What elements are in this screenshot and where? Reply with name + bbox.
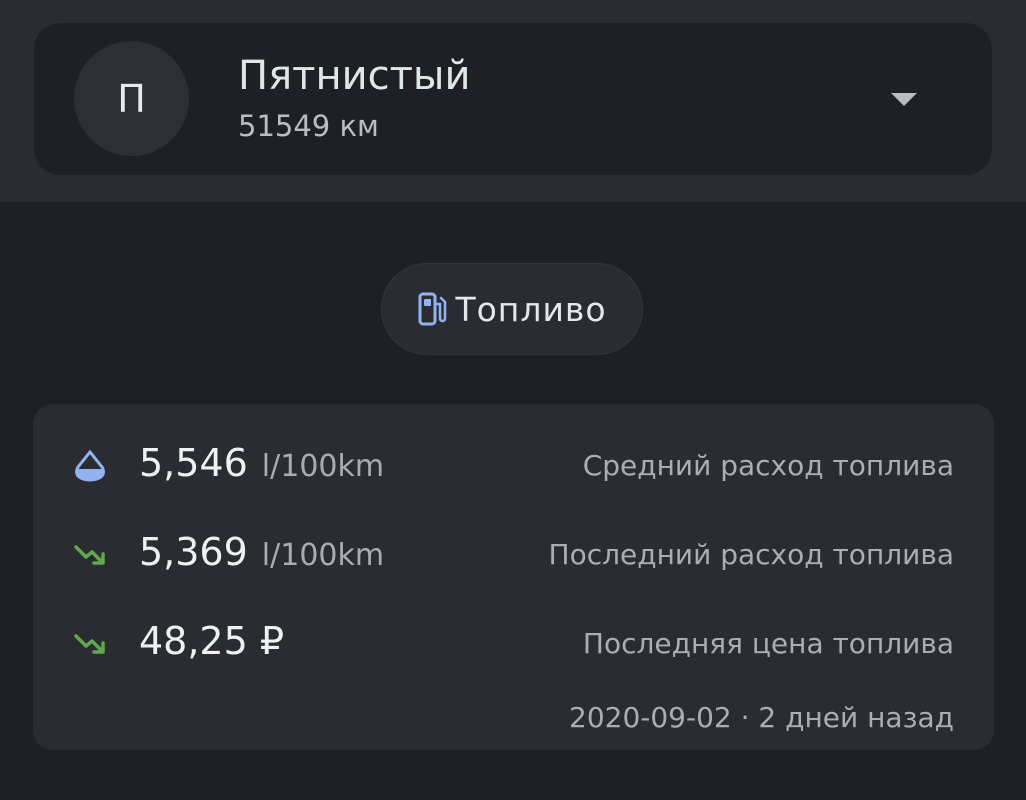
stat-value: 5,546 l/100km: [139, 438, 384, 492]
stat-value: 5,369 l/100km: [139, 527, 384, 581]
drop-icon: [75, 449, 105, 482]
stat-value: 48,25 ₽: [139, 616, 284, 666]
vehicle-selector[interactable]: П Пятнистый 51549 км: [34, 23, 992, 175]
vehicle-mileage: 51549 км: [238, 109, 379, 143]
vehicle-dropdown-button[interactable]: [880, 79, 928, 119]
header-area: П Пятнистый 51549 км: [0, 0, 1026, 202]
stat-row-last-price: 48,25 ₽ Последняя цена топлива: [33, 612, 994, 672]
last-update-date: 2020-09-02 · 2 дней назад: [569, 701, 954, 734]
stat-unit: l/100km: [261, 449, 385, 484]
stat-unit: l/100km: [261, 538, 385, 573]
avatar: П: [74, 41, 189, 156]
fuel-pump-icon: [418, 292, 447, 326]
stat-number: 5,369: [139, 530, 248, 574]
stat-row-last-consumption: 5,369 l/100km Последний расход топлива: [33, 523, 994, 583]
stat-label: Средний расход топлива: [582, 449, 954, 482]
trend-down-icon: [74, 634, 105, 654]
trend-down-icon: [74, 545, 105, 565]
fuel-category-chip[interactable]: Топливо: [381, 263, 643, 355]
stat-label: Последний расход топлива: [548, 538, 954, 571]
avatar-letter: П: [117, 76, 146, 121]
fuel-stats-card: 5,546 l/100km Средний расход топлива 5,36…: [33, 404, 994, 750]
chevron-down-icon: [891, 92, 917, 106]
stat-number: 48,25 ₽: [139, 619, 285, 663]
chip-label: Топливо: [455, 289, 607, 329]
stat-label: Последняя цена топлива: [582, 627, 954, 660]
stat-number: 5,546: [139, 441, 248, 485]
stat-row-average-consumption: 5,546 l/100km Средний расход топлива: [33, 434, 994, 494]
vehicle-name: Пятнистый: [238, 53, 471, 99]
